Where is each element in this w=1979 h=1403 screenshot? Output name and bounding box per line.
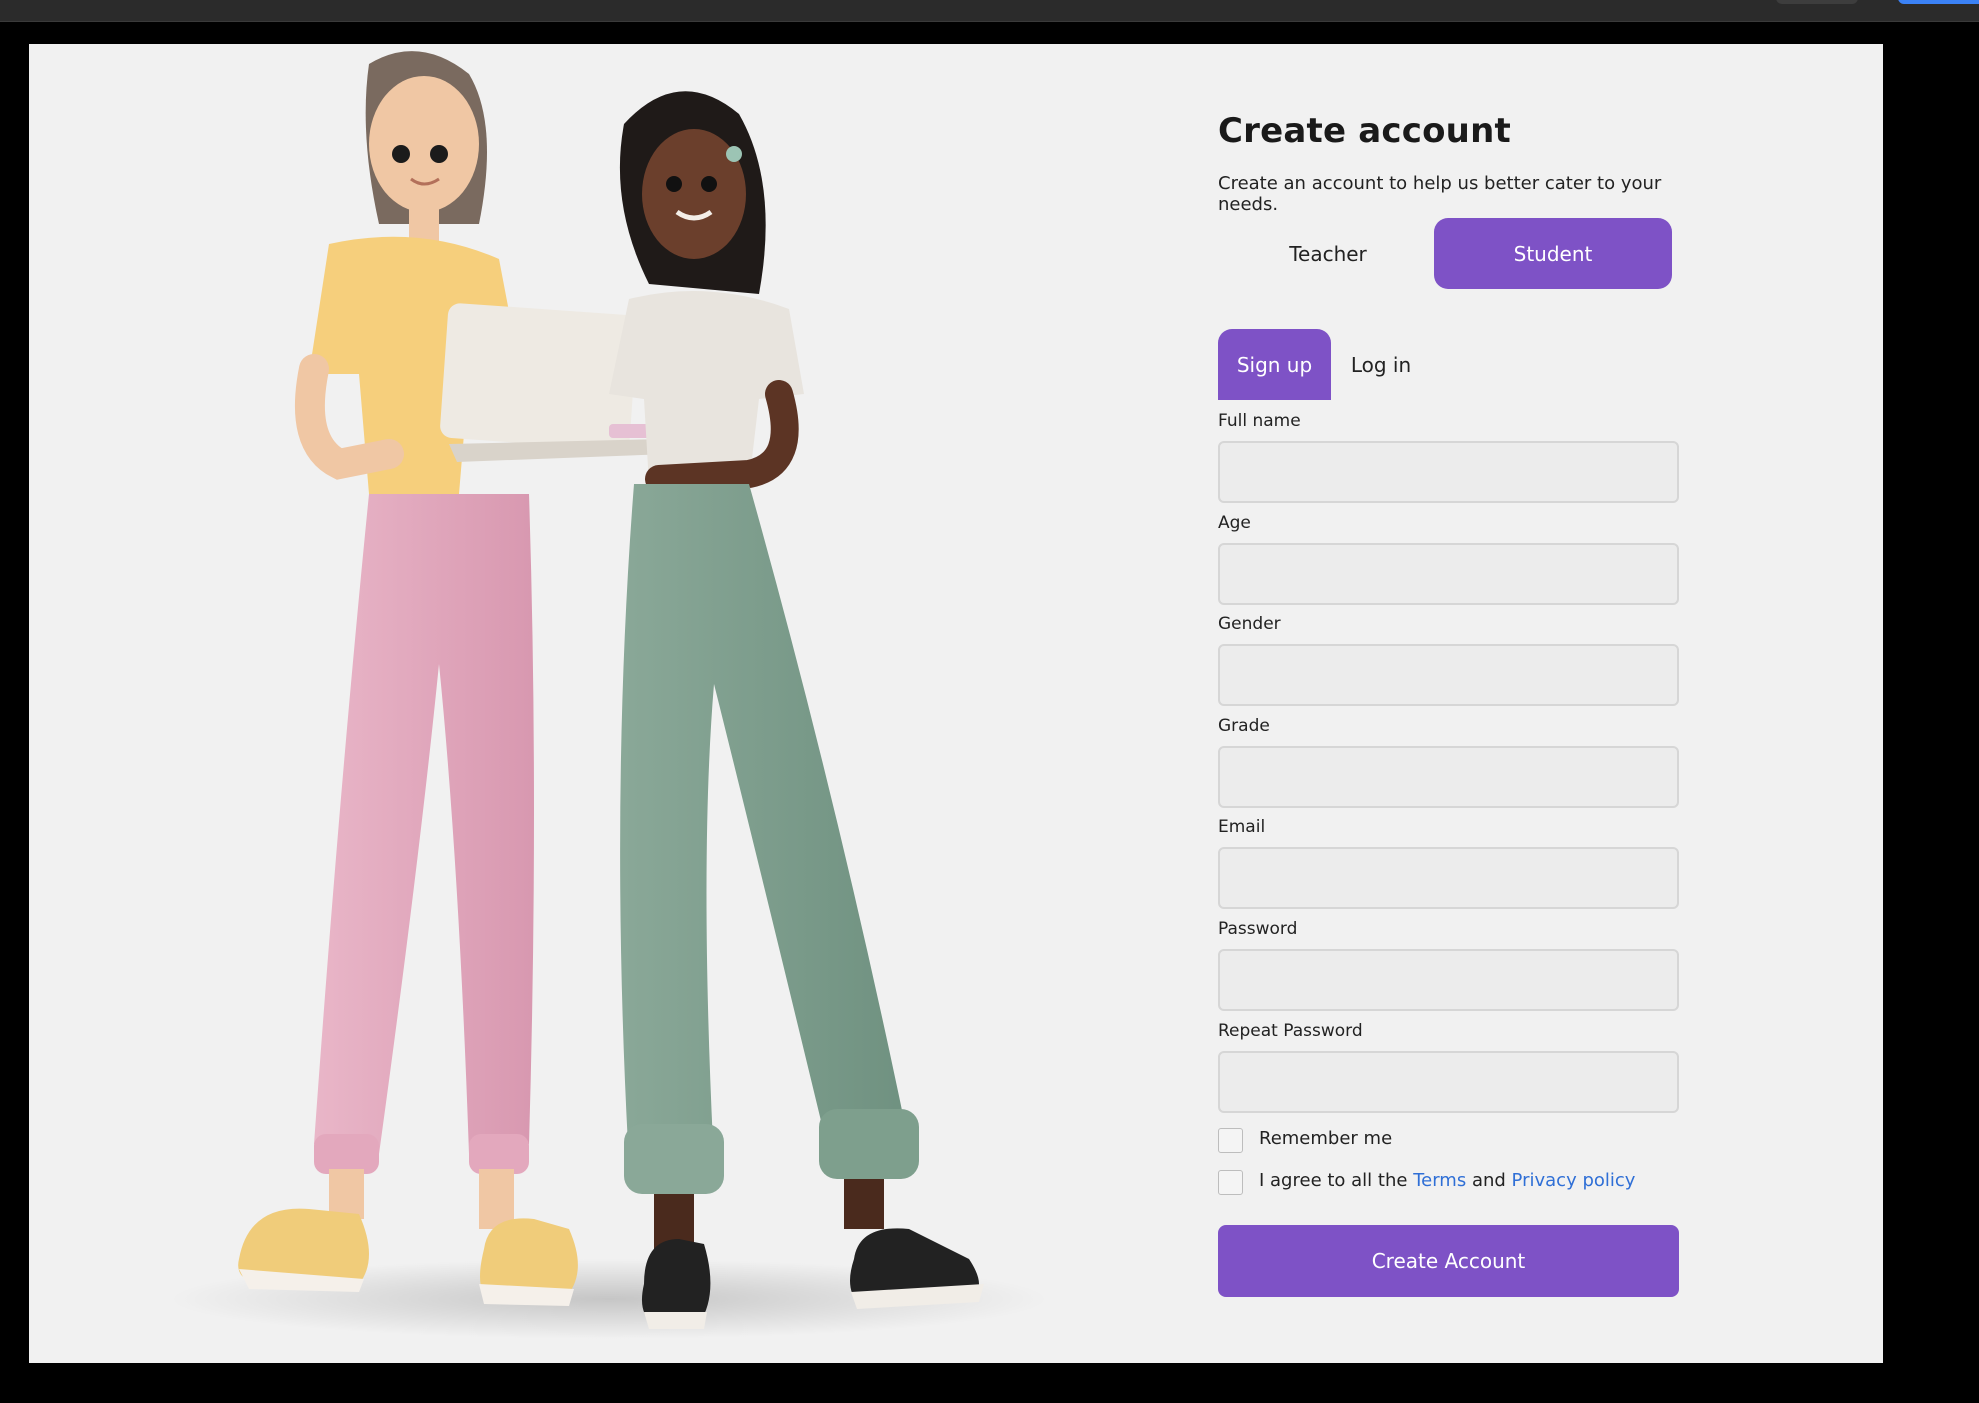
repeat-password-label: Repeat Password bbox=[1218, 1021, 1363, 1041]
page-title: Create account bbox=[1218, 111, 1511, 151]
privacy-policy-link[interactable]: Privacy policy bbox=[1512, 1170, 1636, 1191]
browser-top-bar bbox=[0, 0, 1979, 22]
role-teacher-button[interactable]: Teacher bbox=[1218, 218, 1438, 289]
remember-me-label: Remember me bbox=[1259, 1128, 1393, 1149]
figure-right bbox=[609, 91, 984, 1329]
browser-accent-button[interactable] bbox=[1898, 0, 1979, 4]
terms-link[interactable]: Terms bbox=[1413, 1170, 1466, 1191]
figure-left bbox=[238, 51, 578, 1306]
age-label: Age bbox=[1218, 513, 1251, 533]
grade-input[interactable] bbox=[1218, 746, 1679, 808]
password-input[interactable] bbox=[1218, 949, 1679, 1011]
repeat-password-input[interactable] bbox=[1218, 1051, 1679, 1113]
signup-form-panel: Create account Create an account to help… bbox=[1218, 44, 1718, 1363]
role-student-button[interactable]: Student bbox=[1434, 218, 1672, 289]
gender-label: Gender bbox=[1218, 614, 1281, 634]
agree-and-text: and bbox=[1471, 1170, 1506, 1191]
signup-page: Create account Create an account to help… bbox=[29, 44, 1883, 1363]
agree-terms-label: I agree to all the Terms and Privacy pol… bbox=[1259, 1170, 1635, 1191]
tab-sign-up[interactable]: Sign up bbox=[1218, 329, 1331, 400]
full-name-input[interactable] bbox=[1218, 441, 1679, 503]
gender-input[interactable] bbox=[1218, 644, 1679, 706]
full-name-label: Full name bbox=[1218, 411, 1301, 431]
page-subtitle: Create an account to help us better cate… bbox=[1218, 173, 1662, 215]
age-input[interactable] bbox=[1218, 543, 1679, 605]
grade-label: Grade bbox=[1218, 716, 1270, 736]
create-account-button[interactable]: Create Account bbox=[1218, 1225, 1679, 1297]
password-label: Password bbox=[1218, 919, 1298, 939]
email-label: Email bbox=[1218, 817, 1266, 837]
two-students-illustration bbox=[169, 51, 1049, 1339]
email-input[interactable] bbox=[1218, 847, 1679, 909]
browser-control[interactable] bbox=[1776, 0, 1858, 4]
agree-prefix-text: I agree to all the bbox=[1259, 1170, 1408, 1191]
tab-log-in[interactable]: Log in bbox=[1331, 329, 1431, 400]
remember-me-checkbox[interactable] bbox=[1218, 1128, 1243, 1153]
agree-terms-checkbox[interactable] bbox=[1218, 1170, 1243, 1195]
